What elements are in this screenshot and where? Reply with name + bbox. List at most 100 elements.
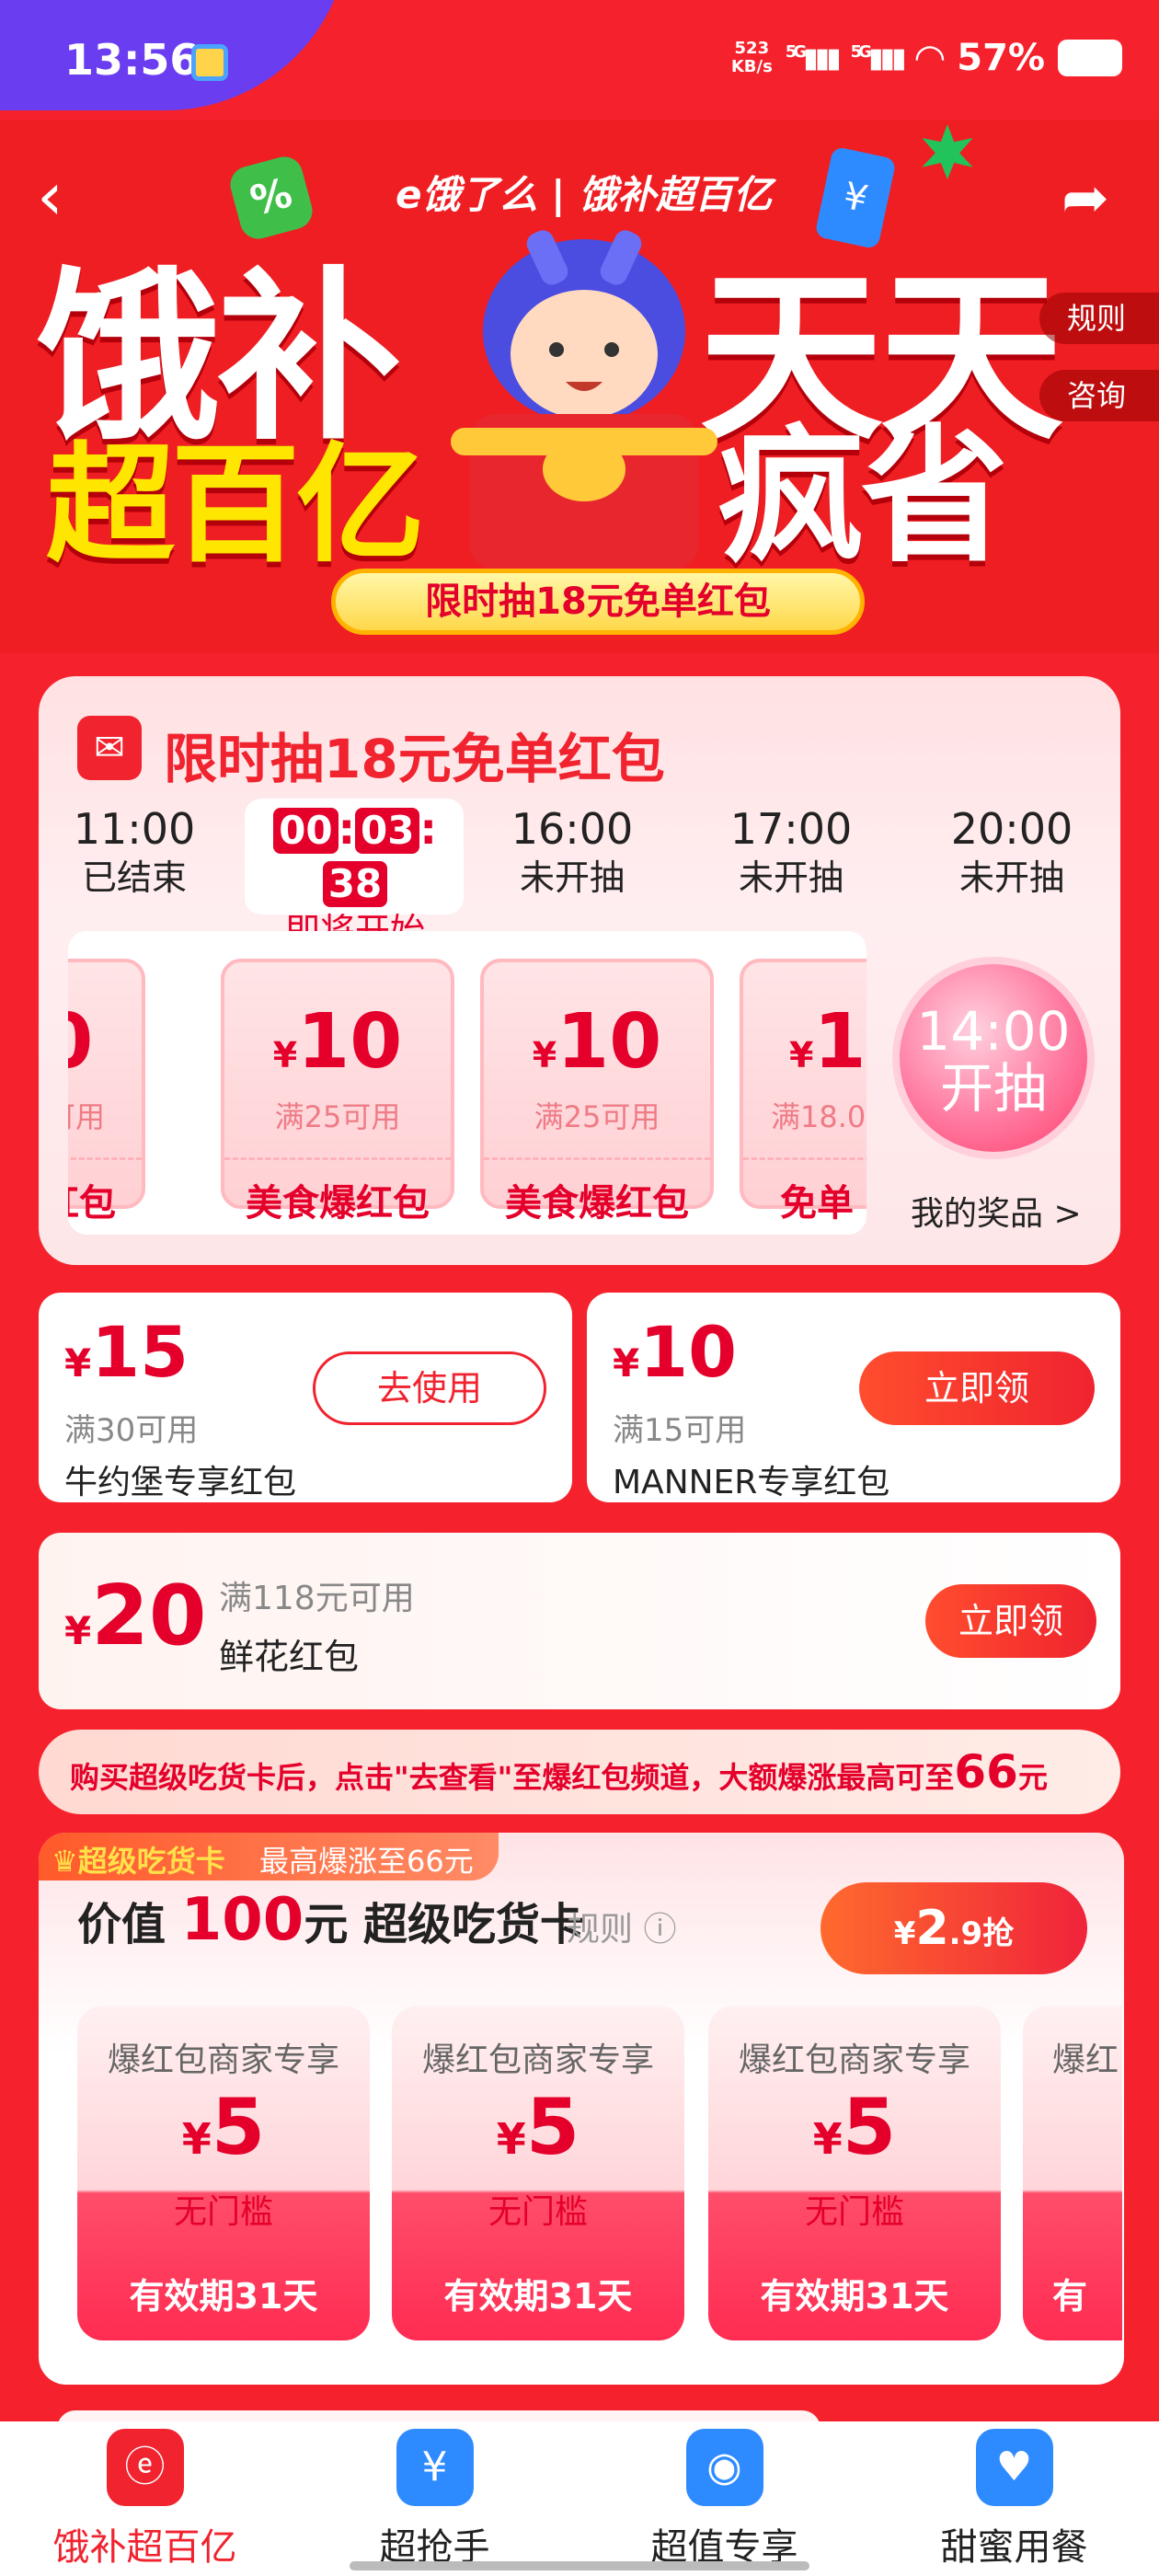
nav-home[interactable]: ⓔ 饿补超百亿 — [0, 2429, 290, 2570]
voucher-value: 5 — [842, 2082, 897, 2172]
voucher-value: 5 — [211, 2082, 266, 2172]
wifi-icon: ◠ — [915, 37, 945, 79]
bag-icon: ♥ — [975, 2429, 1053, 2506]
flower-value: 20 — [91, 1568, 207, 1664]
claim-button[interactable]: 立即领 — [925, 1584, 1096, 1658]
home-indicator[interactable] — [350, 2561, 809, 2570]
use-button[interactable]: 去使用 — [313, 1351, 546, 1425]
prize-amount: ¥10 — [484, 1001, 710, 1097]
prize-value: 1 — [813, 998, 866, 1086]
my-prizes-link[interactable]: 我的奖品 > — [911, 1187, 1082, 1235]
slot-status: 未开抽 — [738, 857, 843, 898]
price-dec: .9 — [948, 1915, 983, 1952]
prize-name: 爆红包 — [68, 1157, 142, 1226]
back-icon[interactable]: ‹ — [37, 163, 101, 229]
voucher-title: 爆红包商家专享 — [738, 2041, 970, 2079]
voucher-validity: 有效期31天 — [443, 2276, 633, 2317]
banner-promo-pill: 限时抽18元免单红包 — [331, 569, 865, 635]
rule-label: 规则 — [567, 1911, 634, 1949]
claim-button[interactable]: 立即领 — [859, 1351, 1095, 1425]
slot-time: 16:00 — [511, 804, 634, 854]
prize-value: 10 — [68, 998, 93, 1086]
time-slot[interactable]: 11:00 已结束 — [33, 802, 235, 900]
notice-amount: 66 — [954, 1745, 1018, 1799]
status-time: 13:56 — [64, 35, 200, 85]
ticket-icon: ¥ — [396, 2429, 474, 2506]
banner-headline-1: 饿补 — [37, 251, 401, 466]
currency-symbol: ¥ — [64, 1608, 92, 1653]
prize-name: 美食爆红包 — [224, 1157, 451, 1226]
foodie-voucher: 爆红包商家专享 ¥5 无门槛 有效期31天 — [77, 2006, 370, 2340]
nav-label: 甜蜜用餐 — [940, 2526, 1088, 2569]
draw-button[interactable]: 14:00 开抽 — [892, 957, 1095, 1159]
currency-symbol: ¥ — [64, 1340, 92, 1386]
time-slot[interactable]: 16:00 未开抽 — [471, 802, 673, 900]
signal-label-2: 5G — [850, 41, 872, 62]
nav-sweet[interactable]: ♥ 甜蜜用餐 — [869, 2429, 1159, 2570]
draw-time: 14:00 — [916, 1000, 1071, 1063]
slot-time: 11:00 — [73, 804, 196, 854]
prize-amount: ¥10 — [224, 1001, 451, 1097]
foodie-tag: ♛超级吃货卡 — [52, 1838, 225, 1880]
packet-info: ¥10 满15可用 MANNER专享红包 — [613, 1311, 889, 1503]
flower-name: 鲜花红包 — [219, 1637, 360, 1677]
voucher-title: 爆红包商家专享 — [107, 2041, 339, 2079]
prize-coupon: ¥1 满18.0 免单 — [740, 959, 866, 1225]
currency-symbol: ¥ — [893, 1915, 916, 1952]
packet-amount: ¥10 — [613, 1311, 889, 1405]
prize-amount: ¥1 — [743, 1001, 866, 1097]
packet-condition: 满30可用 — [64, 1412, 199, 1449]
nav-value[interactable]: ◉ 超值专享 — [580, 2429, 869, 2570]
share-icon[interactable]: ➦ — [1049, 166, 1122, 230]
network-speed: 523 KB/s — [731, 40, 773, 76]
currency-symbol: ¥ — [272, 1035, 298, 1075]
foodie-title-pre: 价值 — [77, 1899, 166, 1950]
prize-name: 美食爆红包 — [484, 1157, 710, 1226]
flower-condition: 满118元可用 — [219, 1580, 415, 1617]
banner-headline-3: 超百亿 — [46, 431, 425, 581]
slot-status: 未开抽 — [958, 857, 1064, 898]
app-logo: e饿了么 | 饿补超百亿 — [396, 172, 773, 217]
currency-symbol: ¥ — [496, 2114, 526, 2164]
currency-symbol: ¥ — [613, 1340, 640, 1386]
battery-level: 57% — [957, 37, 1045, 79]
info-icon: ⓘ — [643, 1911, 677, 1949]
draw-label: 开抽 — [939, 1057, 1047, 1120]
countdown-minutes: 03 — [355, 808, 420, 854]
foodie-rule-link[interactable]: 规则 ⓘ — [567, 1903, 676, 1950]
packet-info: ¥15 满30可用 牛约堡专享红包 — [64, 1311, 296, 1503]
packet-value: 10 — [639, 1311, 737, 1393]
prize-amount: ¥10 — [68, 1001, 142, 1097]
promo-notice: 购买超级吃货卡后，点击"去查看"至爆红包频道，大额爆涨最高可至66元 — [39, 1730, 1120, 1814]
rules-tab[interactable]: 规则 — [1039, 293, 1159, 344]
countdown-seconds: 38 — [322, 861, 388, 907]
nav-hot[interactable]: ¥ 超抢手 — [290, 2429, 580, 2570]
prize-coupon: ¥10 满25可用 美食爆红包 — [480, 959, 714, 1225]
prize-condition: 满25可用 — [534, 1099, 660, 1134]
time-slot[interactable]: 17:00 未开抽 — [690, 802, 892, 900]
slot-status: 已结束 — [81, 857, 187, 898]
voucher-value: 5 — [525, 2082, 580, 2172]
foodie-title-amount: 100 — [180, 1886, 304, 1954]
foodie-tag-sub: 最高爆涨至66元 — [259, 1844, 474, 1879]
red-envelope-icon: ✉ — [77, 716, 142, 780]
slot-time: 17:00 — [729, 804, 853, 854]
buy-foodie-card-button[interactable]: ¥2.9抢 — [820, 1882, 1087, 1974]
prize-carousel[interactable]: ¥10 5可用 爆红包 ¥10 满25可用 美食爆红包 ¥10 满25可用 美食… — [68, 931, 866, 1235]
prize-condition: 5可用 — [68, 1099, 105, 1134]
prize-coupon: ¥10 满25可用 美食爆红包 — [221, 959, 454, 1225]
voucher-amount: ¥5 — [392, 2081, 684, 2185]
e-logo-icon: ⓔ — [106, 2429, 184, 2506]
buy-label: 抢 — [982, 1915, 1015, 1952]
foodie-title: 价值 100元 超级吃货卡 — [77, 1886, 584, 1954]
voucher-title: 爆红包商家专享 — [421, 2041, 654, 2079]
time-slot[interactable]: 20:00 未开抽 — [911, 802, 1113, 900]
voucher-amount: ¥5 — [77, 2081, 370, 2185]
prize-value: 10 — [297, 998, 403, 1086]
foodie-voucher: 爆红包商家专享 ¥5 无门槛 有效期31天 — [708, 2006, 1001, 2340]
packet-value: 15 — [91, 1311, 189, 1393]
price-int: 2 — [915, 1901, 949, 1956]
red-packet-card: ¥15 满30可用 牛约堡专享红包 去使用 — [39, 1293, 572, 1502]
network-speed-value: 523 — [734, 39, 770, 58]
consult-tab[interactable]: 咨询 — [1039, 370, 1159, 421]
